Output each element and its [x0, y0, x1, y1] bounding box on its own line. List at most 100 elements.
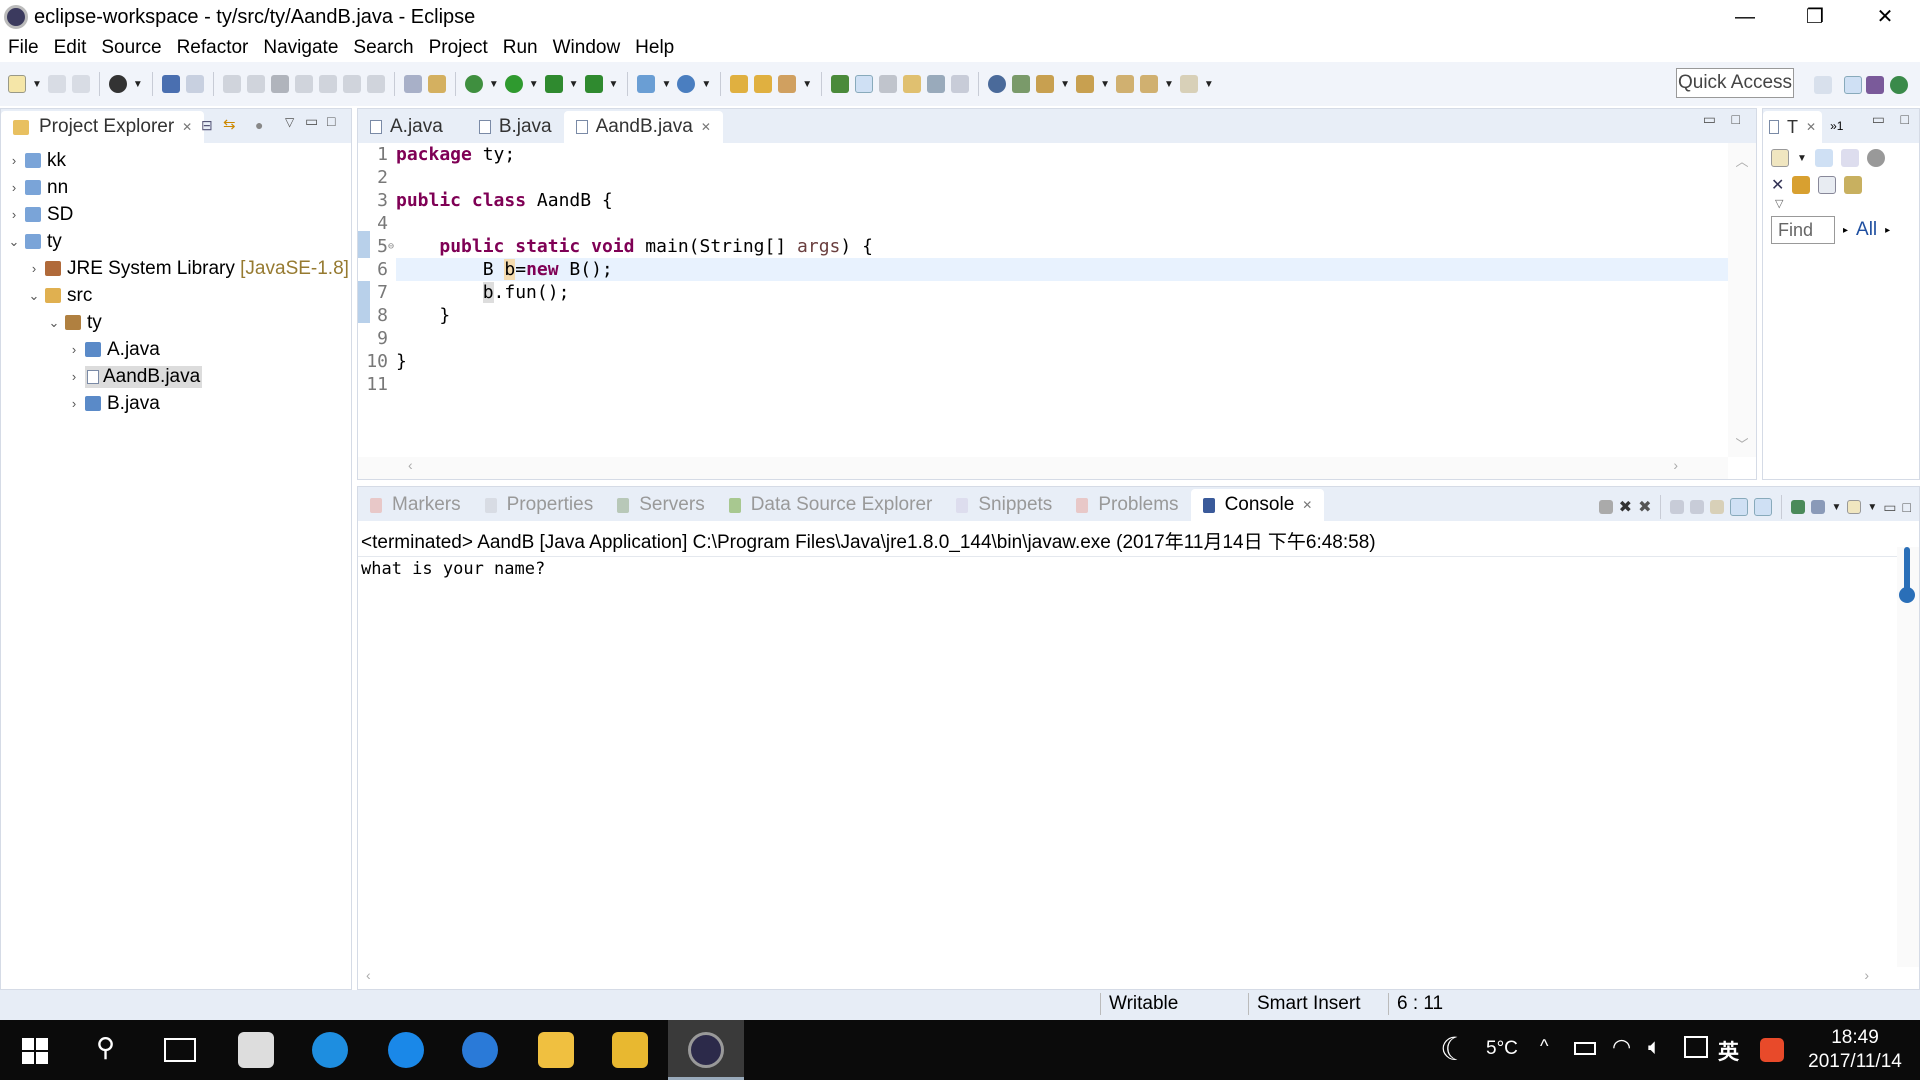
close-icon[interactable]: ✕ — [1302, 489, 1312, 521]
next-annotation-icon[interactable] — [1036, 75, 1055, 93]
maximize-view-icon[interactable]: □ — [327, 113, 335, 129]
tab-servers[interactable]: Servers — [605, 489, 716, 521]
java-ee-perspective-icon[interactable] — [1844, 76, 1862, 94]
mark-occurrences-icon[interactable] — [855, 75, 874, 93]
fold-icon[interactable]: ⊖ — [388, 235, 394, 258]
debug-icon[interactable] — [464, 75, 483, 93]
battery-icon[interactable] — [1574, 1042, 1596, 1055]
tree-item-b-java[interactable]: › B.java — [1, 390, 351, 417]
eclipse-taskbar-button[interactable] — [668, 1020, 744, 1080]
overflow-tabs-button[interactable]: »1 — [1830, 119, 1843, 133]
tree-item-a-java[interactable]: › A.java — [1, 336, 351, 363]
qq-browser-icon[interactable] — [388, 1032, 424, 1068]
menu-source[interactable]: Source — [101, 37, 161, 59]
save-all-icon[interactable] — [71, 75, 90, 93]
menu-search[interactable]: Search — [353, 37, 413, 59]
maximize-view-icon[interactable]: □ — [1901, 111, 1909, 127]
expand-icon[interactable]: › — [67, 342, 81, 357]
weather-temperature[interactable]: 5°C — [1486, 1038, 1518, 1060]
find-input[interactable]: Find — [1771, 216, 1835, 244]
tab-problems[interactable]: Problems — [1064, 489, 1190, 521]
search-icon[interactable]: ⚲ — [96, 1032, 115, 1063]
back-icon[interactable] — [1139, 75, 1158, 93]
tab-task-list[interactable]: T ✕ — [1763, 111, 1823, 143]
word-wrap-icon[interactable] — [903, 75, 922, 93]
new-task-icon[interactable] — [1771, 149, 1789, 167]
search-tool-icon[interactable] — [778, 75, 797, 93]
console-vertical-scrollbar[interactable] — [1897, 547, 1919, 967]
external-tools-icon[interactable] — [584, 75, 603, 93]
view-menu-icon[interactable]: ▽ — [285, 115, 294, 129]
minimize-view-icon[interactable]: ▭ — [1703, 111, 1716, 128]
maximize-view-icon[interactable]: □ — [1903, 499, 1911, 515]
skip-breakpoints-icon[interactable] — [185, 75, 204, 93]
new-icon[interactable] — [8, 75, 26, 93]
tab-a-java[interactable]: A.java — [358, 111, 455, 143]
expand-icon[interactable]: › — [67, 396, 81, 411]
step-return-icon[interactable] — [366, 75, 385, 93]
maximize-button[interactable]: ❐ — [1780, 0, 1850, 34]
scroll-lock-icon[interactable] — [1690, 500, 1705, 514]
hide-completed-icon[interactable]: ✕ — [1771, 175, 1784, 195]
close-button[interactable]: ✕ — [1850, 0, 1920, 34]
suspend-icon[interactable] — [246, 75, 265, 93]
expand-icon[interactable]: › — [7, 153, 21, 168]
file-explorer-icon[interactable] — [612, 1032, 648, 1068]
minimize-view-icon[interactable]: ▭ — [1883, 499, 1896, 516]
close-icon[interactable]: ✕ — [1806, 111, 1816, 143]
open-console-icon[interactable] — [1847, 500, 1862, 514]
pin-console-icon[interactable] — [1791, 500, 1806, 514]
open-type-icon[interactable] — [730, 75, 749, 93]
menu-refactor[interactable]: Refactor — [177, 37, 249, 59]
tab-b-java[interactable]: B.java — [467, 111, 564, 143]
block-selection-icon[interactable] — [879, 75, 898, 93]
expand-icon[interactable]: › — [27, 261, 41, 276]
app-icon[interactable] — [538, 1032, 574, 1068]
use-step-filters-icon[interactable] — [403, 75, 422, 93]
remove-launch-icon[interactable]: ✖ — [1619, 497, 1632, 517]
menu-project[interactable]: Project — [429, 37, 488, 59]
menu-help[interactable]: Help — [635, 37, 674, 59]
prev-annotation-icon[interactable] — [1076, 75, 1095, 93]
new-class-icon[interactable] — [677, 75, 696, 93]
console-output[interactable]: what is your name? — [358, 557, 1919, 581]
tree-item-package-ty[interactable]: ⌄ ty — [1, 309, 351, 336]
volume-icon[interactable]: 🔈︎ — [1648, 1034, 1661, 1060]
show-hidden-icons[interactable]: ^ — [1540, 1036, 1548, 1057]
minimize-view-icon[interactable]: ▭ — [305, 113, 318, 130]
terminate-icon[interactable] — [1598, 500, 1613, 514]
terminal-icon[interactable] — [161, 75, 180, 93]
last-edit-icon[interactable] — [1115, 75, 1134, 93]
expand-icon[interactable]: › — [7, 207, 21, 222]
save-icon[interactable] — [47, 75, 66, 93]
store-icon[interactable] — [238, 1032, 274, 1068]
minimize-view-icon[interactable]: ▭ — [1872, 111, 1885, 128]
open-task-icon[interactable] — [754, 75, 773, 93]
resume-icon[interactable] — [222, 75, 241, 93]
tree-item-src[interactable]: ⌄ src — [1, 282, 351, 309]
expand-icon[interactable]: › — [67, 369, 81, 384]
action-center-icon[interactable] — [1684, 1036, 1708, 1058]
tree-item-aandb-java[interactable]: › AandB.java — [1, 363, 351, 390]
close-icon[interactable]: ✕ — [182, 111, 192, 143]
tab-properties[interactable]: Properties — [473, 489, 606, 521]
maximize-view-icon[interactable]: □ — [1732, 111, 1740, 127]
code-area[interactable]: 1 package ty; 2 3 public class AandB { 4 5… — [358, 143, 1728, 457]
word-wrap-icon[interactable] — [1710, 500, 1725, 514]
remove-all-launches-icon[interactable]: ✖ — [1638, 497, 1651, 517]
menu-file[interactable]: File — [8, 37, 39, 59]
step-into-icon[interactable] — [318, 75, 337, 93]
synchronize-icon[interactable] — [1866, 149, 1885, 167]
collapse-all-icon[interactable] — [1818, 176, 1837, 194]
minimize-button[interactable]: — — [1710, 0, 1780, 34]
drop-to-frame-icon[interactable] — [427, 75, 446, 93]
vertical-scrollbar[interactable]: ︿ ﹀ — [1728, 143, 1756, 457]
link-icon[interactable] — [1844, 176, 1863, 194]
pilcrow-icon[interactable] — [951, 75, 970, 93]
scheduled-icon[interactable] — [1840, 149, 1859, 167]
tree-item-sd[interactable]: › SD — [1, 201, 351, 228]
tab-snippets[interactable]: Snippets — [944, 489, 1064, 521]
horizontal-scrollbar[interactable]: ‹ › — [358, 457, 1728, 479]
clear-console-icon[interactable] — [1670, 500, 1685, 514]
toggle-ant-icon[interactable] — [831, 75, 850, 93]
